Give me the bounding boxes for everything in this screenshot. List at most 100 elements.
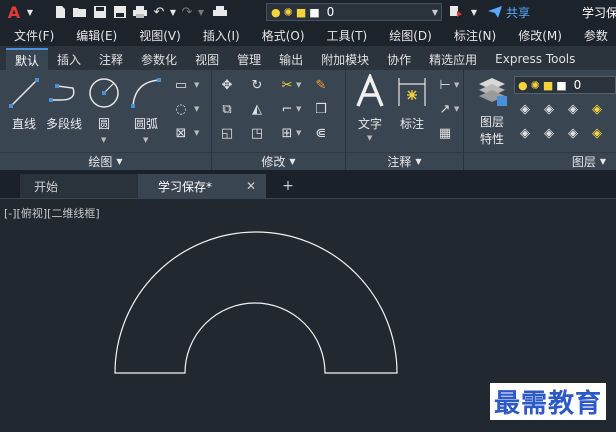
hatch-icon[interactable]: ⊠ bbox=[172, 124, 190, 142]
chevron-down-icon[interactable]: ▼ bbox=[296, 105, 301, 113]
modify-group-footer[interactable]: 修改 ▼ bbox=[212, 152, 345, 170]
text-tool[interactable]: 文字 ▼ bbox=[352, 72, 388, 142]
layer-lock-icon[interactable]: ◈ bbox=[588, 100, 606, 118]
chevron-down-icon[interactable]: ▼ bbox=[296, 81, 301, 89]
layer-state-icon[interactable]: ◈ bbox=[516, 100, 534, 118]
trim-icon[interactable]: ✂ bbox=[278, 76, 296, 94]
autocad-logo-icon[interactable]: A bbox=[4, 0, 24, 24]
chevron-down-icon[interactable]: ▼ bbox=[367, 134, 372, 142]
draw-footer-label: 绘图 bbox=[88, 155, 113, 169]
tab-start-label: 开始 bbox=[34, 179, 59, 194]
plot-icon[interactable] bbox=[210, 0, 230, 24]
explode-icon[interactable]: ❒ bbox=[312, 100, 330, 118]
array-icon[interactable]: ⊞ bbox=[278, 124, 296, 142]
rectangle-icon[interactable]: ▭ bbox=[172, 76, 190, 94]
line-tool[interactable]: 直线 bbox=[6, 76, 42, 132]
layer-previous-icon[interactable]: ◈ bbox=[540, 124, 558, 142]
scale-icon[interactable]: ◳ bbox=[248, 124, 266, 142]
layer-match-icon[interactable]: ◈ bbox=[516, 124, 534, 142]
layer-quick-combo[interactable]: ● ✺ ■ ■ 0 ▼ bbox=[266, 3, 442, 21]
tab-parametric[interactable]: 参数化 bbox=[132, 48, 186, 70]
new-file-icon[interactable] bbox=[50, 0, 70, 24]
circle-tool[interactable]: 圆 ▼ bbox=[86, 76, 122, 144]
tab-manage[interactable]: 管理 bbox=[228, 48, 270, 70]
chevron-down-icon[interactable]: ▼ bbox=[454, 105, 459, 113]
title-bar: A ▼ ↶ ▼ ↷ ▼ ● ✺ ■ ■ 0 ▼ ▼ 共享 学习保存 bbox=[0, 0, 616, 24]
menu-format[interactable]: 格式(O) bbox=[262, 27, 305, 44]
workspace-icon[interactable] bbox=[448, 0, 464, 24]
leader-icon[interactable]: ↗ bbox=[436, 100, 454, 118]
move-icon[interactable]: ✥ bbox=[218, 76, 236, 94]
undo-dropdown-icon[interactable]: ▼ bbox=[168, 0, 178, 24]
chevron-down-icon[interactable]: ▼ bbox=[454, 81, 459, 89]
layer-freeze-icon[interactable]: ◈ bbox=[564, 100, 582, 118]
layer-properties-tool[interactable]: 图层 特性 bbox=[474, 74, 510, 147]
watermark-logo: 最需教育 bbox=[490, 383, 607, 420]
layer-dropdown[interactable]: ● ✺ ■ ■ 0 bbox=[514, 76, 616, 94]
undo-icon[interactable]: ↶ bbox=[150, 0, 168, 24]
tab-insert[interactable]: 插入 bbox=[48, 48, 90, 70]
chevron-down-icon[interactable]: ▼ bbox=[143, 136, 148, 144]
linear-dimension-icon[interactable]: ⊢ bbox=[436, 76, 454, 94]
tab-featured-apps[interactable]: 精选应用 bbox=[420, 48, 486, 70]
annotation-group-footer[interactable]: 注释 ▼ bbox=[346, 152, 463, 170]
tab-output[interactable]: 输出 bbox=[270, 48, 312, 70]
tab-addins[interactable]: 附加模块 bbox=[312, 48, 378, 70]
tab-current-document[interactable]: 学习保存* ✕ bbox=[138, 174, 266, 198]
polyline-tool[interactable]: 多段线 bbox=[44, 76, 84, 132]
drawing-canvas[interactable]: [-][俯视][二维线框] 最需教育 bbox=[0, 198, 616, 432]
mirror-icon[interactable]: ◭ bbox=[248, 100, 266, 118]
polyline-label: 多段线 bbox=[45, 117, 82, 131]
menu-tools[interactable]: 工具(T) bbox=[327, 27, 368, 44]
chevron-down-icon[interactable]: ▼ bbox=[296, 129, 301, 137]
menu-parametric[interactable]: 参数 bbox=[584, 27, 608, 44]
tab-view[interactable]: 视图 bbox=[186, 48, 228, 70]
stretch-icon[interactable]: ◱ bbox=[218, 124, 236, 142]
menu-edit[interactable]: 编辑(E) bbox=[76, 27, 117, 44]
app-menu-dropdown-icon[interactable]: ▼ bbox=[24, 0, 36, 24]
rotate-icon[interactable]: ↻ bbox=[248, 76, 266, 94]
copy-icon[interactable]: ⧉ bbox=[218, 100, 236, 118]
arc-tool[interactable]: 圆弧 ▼ bbox=[128, 76, 164, 144]
customize-dropdown-icon[interactable]: ▼ bbox=[468, 0, 480, 24]
menu-modify[interactable]: 修改(M) bbox=[518, 27, 562, 44]
chevron-down-icon[interactable]: ▼ bbox=[194, 105, 199, 113]
tab-annotate[interactable]: 注释 bbox=[90, 48, 132, 70]
chevron-down-icon[interactable]: ▼ bbox=[101, 136, 106, 144]
print-icon[interactable] bbox=[130, 0, 150, 24]
tab-start[interactable]: 开始 bbox=[20, 174, 138, 198]
circle-label: 圆 bbox=[97, 117, 110, 131]
menu-file[interactable]: 文件(F) bbox=[14, 27, 54, 44]
tab-default[interactable]: 默认 bbox=[6, 48, 49, 70]
redo-dropdown-icon[interactable]: ▼ bbox=[196, 0, 206, 24]
share-button[interactable]: 共享 bbox=[488, 0, 530, 24]
open-folder-icon[interactable] bbox=[70, 0, 90, 24]
half-ring-shape[interactable] bbox=[114, 231, 398, 374]
plus-icon: + bbox=[282, 178, 294, 194]
erase-icon[interactable]: ✎ bbox=[312, 76, 330, 94]
redo-icon[interactable]: ↷ bbox=[178, 0, 196, 24]
table-icon[interactable]: ▦ bbox=[436, 124, 454, 142]
draw-group-footer[interactable]: 绘图 ▼ bbox=[0, 152, 211, 170]
menu-draw[interactable]: 绘图(D) bbox=[389, 27, 432, 44]
menu-dimension[interactable]: 标注(N) bbox=[454, 27, 496, 44]
dimension-tool[interactable]: 标注 bbox=[394, 74, 430, 132]
layer-properties-label-line1: 图层 bbox=[479, 115, 504, 129]
layer-isolate-icon[interactable]: ◈ bbox=[540, 100, 558, 118]
menu-insert[interactable]: 插入(I) bbox=[203, 27, 240, 44]
ellipse-icon[interactable]: ◌ bbox=[172, 100, 190, 118]
close-icon[interactable]: ✕ bbox=[246, 179, 256, 193]
menu-view[interactable]: 视图(V) bbox=[139, 27, 181, 44]
save-as-icon[interactable] bbox=[110, 0, 130, 24]
fillet-icon[interactable]: ⌐ bbox=[278, 100, 296, 118]
layer-unlock-icon[interactable]: ◈ bbox=[588, 124, 606, 142]
layers-group-footer[interactable]: 图层 ▼ bbox=[464, 152, 616, 170]
tab-collaborate[interactable]: 协作 bbox=[378, 48, 420, 70]
new-tab-button[interactable]: + bbox=[276, 174, 300, 198]
save-icon[interactable] bbox=[90, 0, 110, 24]
offset-icon[interactable]: ⋐ bbox=[312, 124, 330, 142]
tab-express-tools[interactable]: Express Tools bbox=[486, 48, 584, 70]
layer-walk-icon[interactable]: ◈ bbox=[564, 124, 582, 142]
chevron-down-icon[interactable]: ▼ bbox=[194, 81, 199, 89]
chevron-down-icon[interactable]: ▼ bbox=[194, 129, 199, 137]
